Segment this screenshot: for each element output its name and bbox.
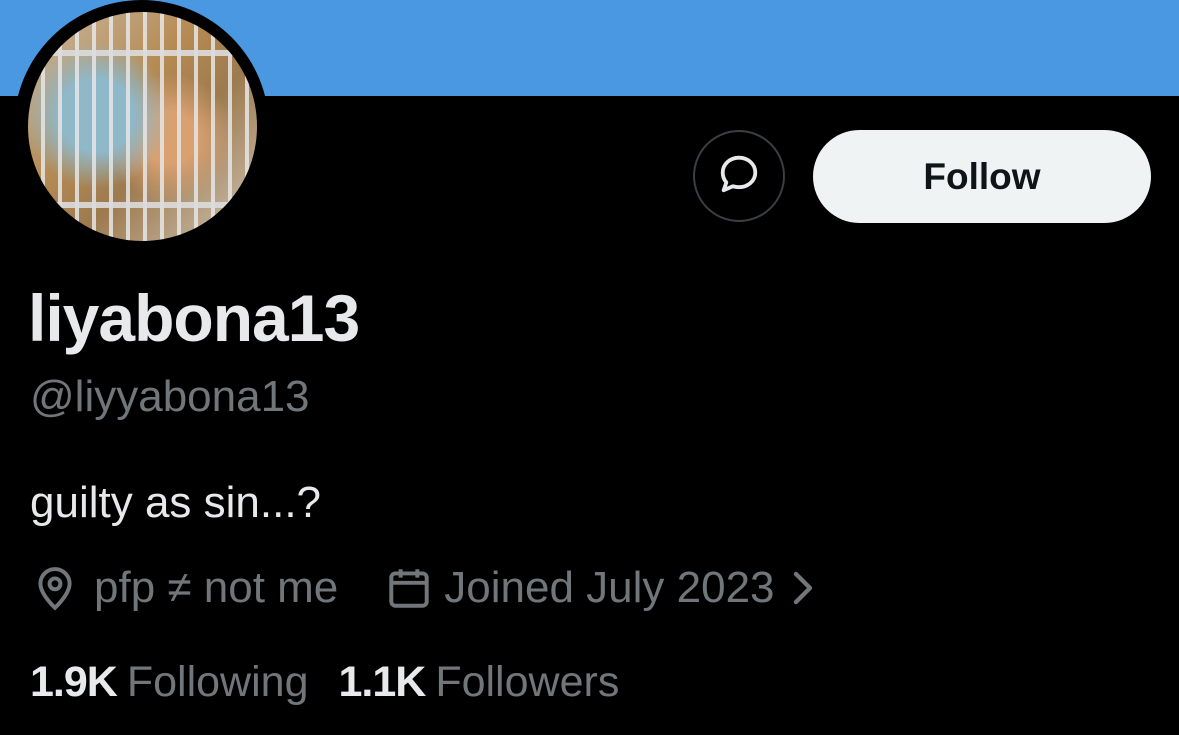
location-pin-icon [30, 563, 80, 613]
join-date[interactable]: Joined July 2023 [384, 563, 814, 613]
bio-text: guilty as sin...? [30, 478, 322, 527]
following-link[interactable]: 1.9K Following [30, 658, 308, 707]
following-label: Following [126, 658, 309, 706]
message-button[interactable] [693, 130, 785, 222]
following-count: 1.9K [30, 658, 118, 706]
location: pfp ≠ not me [30, 563, 338, 613]
followers-count: 1.1K [338, 658, 426, 706]
message-bubble-icon [716, 151, 762, 202]
calendar-icon [384, 563, 434, 613]
join-date-text: Joined July 2023 [444, 563, 775, 612]
avatar[interactable] [28, 12, 257, 241]
follow-stats: 1.9K Following 1.1K Followers [30, 658, 619, 707]
chevron-right-icon [789, 568, 815, 608]
avatar-bar [28, 50, 257, 56]
user-handle: @liyyabona13 [30, 372, 310, 421]
followers-link[interactable]: 1.1K Followers [338, 658, 619, 707]
profile-meta: pfp ≠ not me Joined July 2023 [30, 560, 815, 616]
display-name: liyabona13 [28, 281, 360, 355]
follow-button[interactable]: Follow [813, 130, 1151, 223]
location-text: pfp ≠ not me [94, 563, 339, 612]
followers-label: Followers [435, 658, 620, 706]
avatar-bar [28, 202, 257, 208]
